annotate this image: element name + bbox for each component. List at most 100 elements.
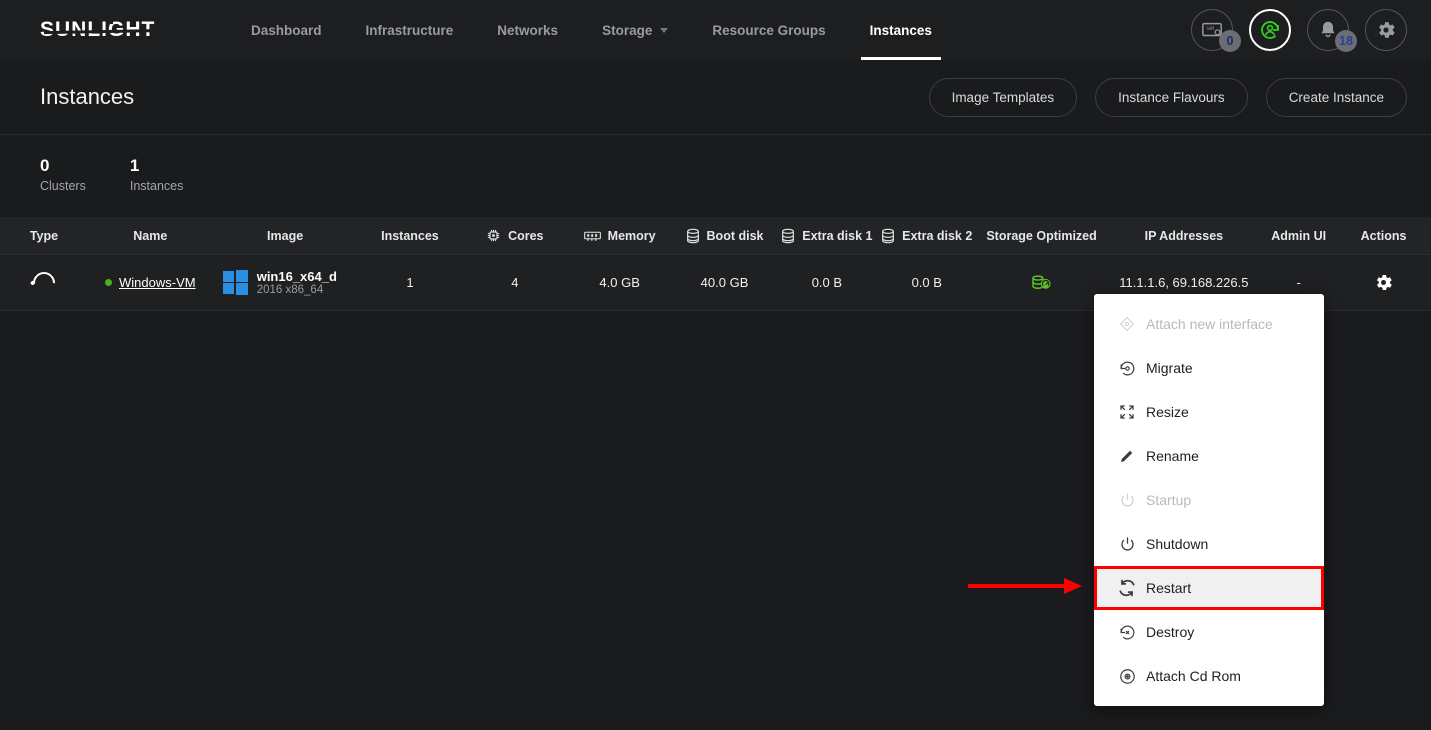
stat-value: 1	[129, 156, 140, 175]
cpu-chip-icon	[487, 229, 500, 242]
header-label: Memory	[607, 228, 656, 243]
menu-item-label: Resize	[1146, 404, 1189, 420]
nav-item-storage[interactable]: Storage	[580, 0, 690, 60]
summary-stats: 0 Clusters 1 Instances	[0, 135, 1431, 217]
menu-item-label: Attach new interface	[1146, 316, 1273, 332]
table-header-row: Type Name Image Instances Cores Memory B…	[0, 217, 1431, 255]
menu-item-label: Startup	[1146, 492, 1192, 508]
nav-items: Dashboard Infrastructure Networks Storag…	[229, 0, 954, 60]
header-admin-ui: Admin UI	[1271, 228, 1327, 243]
nav-item-dashboard[interactable]: Dashboard	[229, 0, 344, 60]
disk-icon	[686, 228, 699, 243]
migrate-icon	[1108, 359, 1146, 378]
cell-extra-disk-1: 0.0 B	[811, 275, 843, 290]
cell-memory: 4.0 GB	[599, 275, 640, 290]
menu-item-destroy[interactable]: Destroy	[1094, 610, 1324, 654]
nav-item-instances[interactable]: Instances	[848, 0, 954, 60]
menu-item-label: Shutdown	[1146, 536, 1209, 552]
header-storage-optimized: Storage Optimized	[986, 228, 1097, 243]
arrow-shaft	[968, 584, 1066, 588]
header-actions: Actions	[1360, 228, 1407, 243]
stat-label: Clusters	[40, 179, 86, 193]
stat-clusters: 0 Clusters	[40, 155, 86, 195]
destroy-icon	[1108, 623, 1146, 642]
menu-item-attach-new-interface: Attach new interface	[1094, 302, 1324, 346]
cdrom-icon	[1108, 667, 1146, 686]
header-extra-disk-2: Extra disk 2	[877, 228, 977, 244]
header-label: Extra disk 2	[902, 228, 973, 243]
cell-cores: 4	[511, 275, 519, 290]
spinner-icon	[28, 266, 60, 299]
image-name: win16_x64_d	[256, 269, 337, 284]
header-image: Image	[267, 228, 304, 243]
sunlight-logo[interactable]: SUNLIGHT	[40, 17, 172, 43]
image-subtitle: 2016 x86_64	[256, 284, 324, 296]
header-label: Cores	[508, 228, 544, 243]
header-boot-disk: Boot disk	[672, 228, 777, 244]
page-title: Instances	[40, 84, 135, 109]
gear-icon	[1377, 274, 1392, 291]
console-button[interactable]: SAM 0	[1191, 9, 1241, 52]
menu-item-label: Migrate	[1146, 360, 1193, 376]
image-text: win16_x64_d 2016 x86_64	[257, 269, 337, 296]
instance-flavours-button[interactable]: Instance Flavours	[1095, 77, 1248, 117]
menu-item-resize[interactable]: Resize	[1094, 390, 1324, 434]
power-icon	[1108, 535, 1146, 554]
cell-admin-ui: -	[1296, 275, 1301, 290]
sync-user-button[interactable]	[1249, 9, 1291, 51]
cell-boot-disk: 40.0 GB	[700, 275, 749, 290]
nav-item-infrastructure[interactable]: Infrastructure	[344, 0, 476, 60]
menu-item-migrate[interactable]: Migrate	[1094, 346, 1324, 390]
nav-label: Instances	[869, 22, 932, 38]
nav-label: Resource Groups	[712, 22, 826, 38]
instances-page: SUNLIGHT Dashboard Infrastructure Networ…	[0, 0, 1431, 730]
console-badge: 0	[1219, 30, 1241, 52]
cell-extra-disk-2: 0.0 B	[911, 275, 942, 290]
storage-optimized-icon	[1031, 274, 1051, 289]
nav-label: Networks	[497, 22, 559, 38]
nav-item-resource-groups[interactable]: Resource Groups	[690, 0, 847, 60]
menu-item-rename[interactable]: Rename	[1094, 434, 1324, 478]
disk-icon	[882, 228, 895, 243]
settings-button[interactable]	[1365, 9, 1407, 51]
cell-image: win16_x64_d 2016 x86_64	[213, 269, 358, 296]
attach-interface-icon	[1108, 315, 1146, 333]
menu-item-label: Rename	[1146, 448, 1199, 464]
pencil-icon	[1108, 447, 1146, 465]
memory-icon	[583, 231, 601, 241]
row-actions-button[interactable]	[1336, 272, 1431, 293]
menu-item-startup: Startup	[1094, 478, 1324, 522]
status-dot-icon	[105, 279, 112, 286]
nav-label: Storage	[602, 22, 653, 38]
menu-item-label: Restart	[1146, 580, 1192, 596]
top-navigation-bar: SUNLIGHT Dashboard Infrastructure Networ…	[0, 0, 1431, 60]
cell-type	[0, 266, 88, 299]
logo-dot-decoration	[110, 21, 113, 24]
menu-item-restart[interactable]: Restart	[1094, 566, 1324, 610]
create-instance-button[interactable]: Create Instance	[1265, 77, 1407, 117]
svg-text:SAM: SAM	[1207, 26, 1215, 31]
menu-item-attach-cd-rom[interactable]: Attach Cd Rom	[1094, 654, 1324, 698]
cell-ip-addresses: 11.1.1.6, 69.168.226.5	[1119, 275, 1249, 290]
page-header-actions: Image Templates Instance Flavours Create…	[928, 77, 1407, 117]
header-name: Name	[133, 228, 168, 243]
header-ip-addresses: IP Addresses	[1144, 228, 1224, 243]
image-templates-button[interactable]: Image Templates	[928, 77, 1078, 117]
restart-icon	[1108, 578, 1146, 598]
cell-instances: 1	[406, 275, 414, 290]
notifications-badge: 18	[1335, 30, 1357, 52]
header-extra-disk-1: Extra disk 1	[777, 228, 877, 244]
notifications-button[interactable]: 18	[1307, 9, 1357, 52]
cell-name: Windows-VM	[88, 275, 213, 290]
header-label: Extra disk 1	[802, 228, 873, 243]
red-pointer-arrow-annotation	[968, 578, 1088, 594]
page-header: Instances Image Templates Instance Flavo…	[0, 60, 1431, 135]
stat-value: 0	[40, 156, 50, 175]
resize-icon	[1108, 403, 1146, 421]
sync-user-icon	[1261, 21, 1279, 39]
nav-item-networks[interactable]: Networks	[475, 0, 580, 60]
instance-name-link[interactable]: Windows-VM	[119, 275, 196, 290]
instance-actions-menu: Attach new interface Migrate Resize Rena…	[1094, 294, 1324, 706]
menu-item-shutdown[interactable]: Shutdown	[1094, 522, 1324, 566]
header-cores: Cores	[462, 228, 567, 243]
